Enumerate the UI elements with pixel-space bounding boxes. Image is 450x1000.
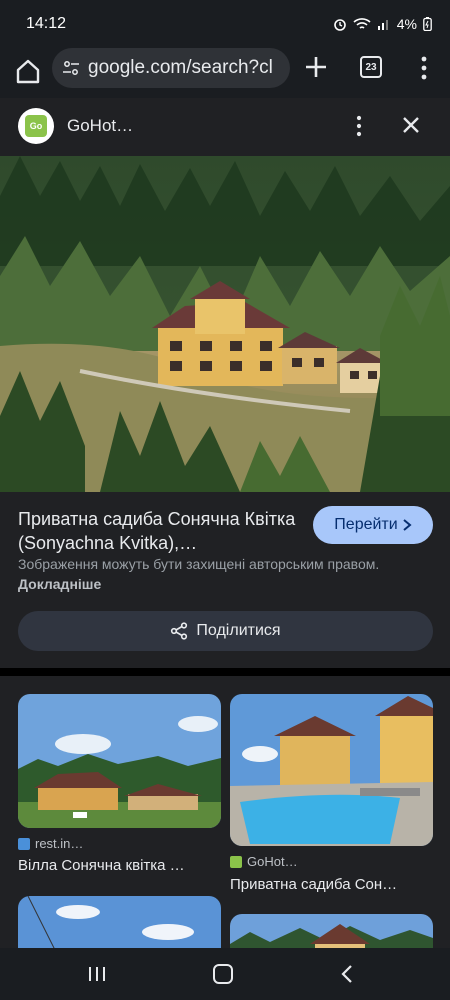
more-options-icon[interactable]	[414, 54, 434, 82]
panel-header: Go GoHot…	[0, 98, 450, 156]
alarm-icon	[333, 19, 346, 31]
related-images-grid: rest.in… Вілла Сонячна квітка … GoHot… П…	[0, 676, 450, 948]
panel-more-icon[interactable]	[350, 114, 368, 138]
learn-more-link[interactable]: Докладніше	[18, 576, 101, 592]
related-title-1[interactable]: Вілла Сонячна квітка …	[18, 857, 221, 874]
site-logo-mark: Go	[25, 115, 47, 137]
browser-toolbar: google.com/search?cl 23	[0, 48, 450, 98]
visit-button-label: Перейти	[334, 516, 398, 533]
main-image[interactable]	[0, 156, 450, 492]
status-bar: 14:12 4%	[0, 0, 450, 48]
image-preview-panel: Go GoHot… Приватна садиба Сонячна Квітка…	[0, 98, 450, 668]
related-image-1[interactable]	[18, 694, 221, 828]
recent-apps-icon[interactable]	[88, 966, 106, 982]
status-icons: 4%	[333, 16, 432, 32]
copyright-text: Зображення можуть бути захищені авторськ…	[18, 556, 380, 572]
battery-icon	[423, 17, 432, 31]
related-title-2[interactable]: Приватна садиба Сон…	[230, 876, 433, 893]
site-logo[interactable]: Go	[18, 108, 54, 144]
new-tab-icon[interactable]	[303, 54, 329, 80]
source-favicon-1	[18, 837, 30, 850]
result-title[interactable]: Приватна садиба Сонячна Квітка (Sonyachn…	[18, 507, 298, 555]
visit-button[interactable]: Перейти	[313, 506, 433, 544]
back-icon[interactable]	[340, 964, 354, 984]
chevron-right-icon	[403, 519, 412, 531]
copyright-notice: Зображення можуть бути захищені авторськ…	[18, 554, 398, 594]
related-source-1: rest.in…	[18, 836, 83, 851]
wifi-icon	[353, 18, 371, 29]
tab-switcher-button[interactable]: 23	[360, 56, 382, 78]
signal-icon	[377, 20, 388, 30]
battery-percent: 4%	[396, 16, 417, 32]
site-settings-icon[interactable]	[62, 59, 80, 77]
related-source-2: GoHot…	[230, 854, 298, 869]
related-source-text-1: rest.in…	[35, 836, 84, 851]
site-name[interactable]: GoHot…	[67, 116, 133, 136]
pool-photo	[230, 694, 433, 846]
url-text: google.com/search?cl	[88, 57, 273, 78]
home-nav-icon[interactable]	[213, 964, 233, 984]
related-image-3[interactable]	[18, 896, 221, 948]
villa-photo	[18, 694, 221, 828]
related-image-2[interactable]	[230, 694, 433, 846]
related-source-text-2: GoHot…	[247, 854, 298, 869]
share-button[interactable]: Поділитися	[18, 611, 433, 651]
related-image-4[interactable]	[230, 914, 433, 948]
close-icon[interactable]	[400, 114, 422, 136]
address-bar[interactable]: google.com/search?cl	[52, 48, 290, 88]
home-icon[interactable]	[14, 56, 42, 86]
source-favicon-2	[230, 855, 242, 868]
status-time: 14:12	[26, 15, 67, 32]
share-icon	[171, 622, 188, 640]
system-nav-bar	[0, 948, 450, 1000]
house-photo	[230, 914, 433, 948]
share-button-label: Поділитися	[196, 622, 281, 639]
hotel-photo	[0, 156, 450, 492]
sky-photo	[18, 896, 221, 948]
